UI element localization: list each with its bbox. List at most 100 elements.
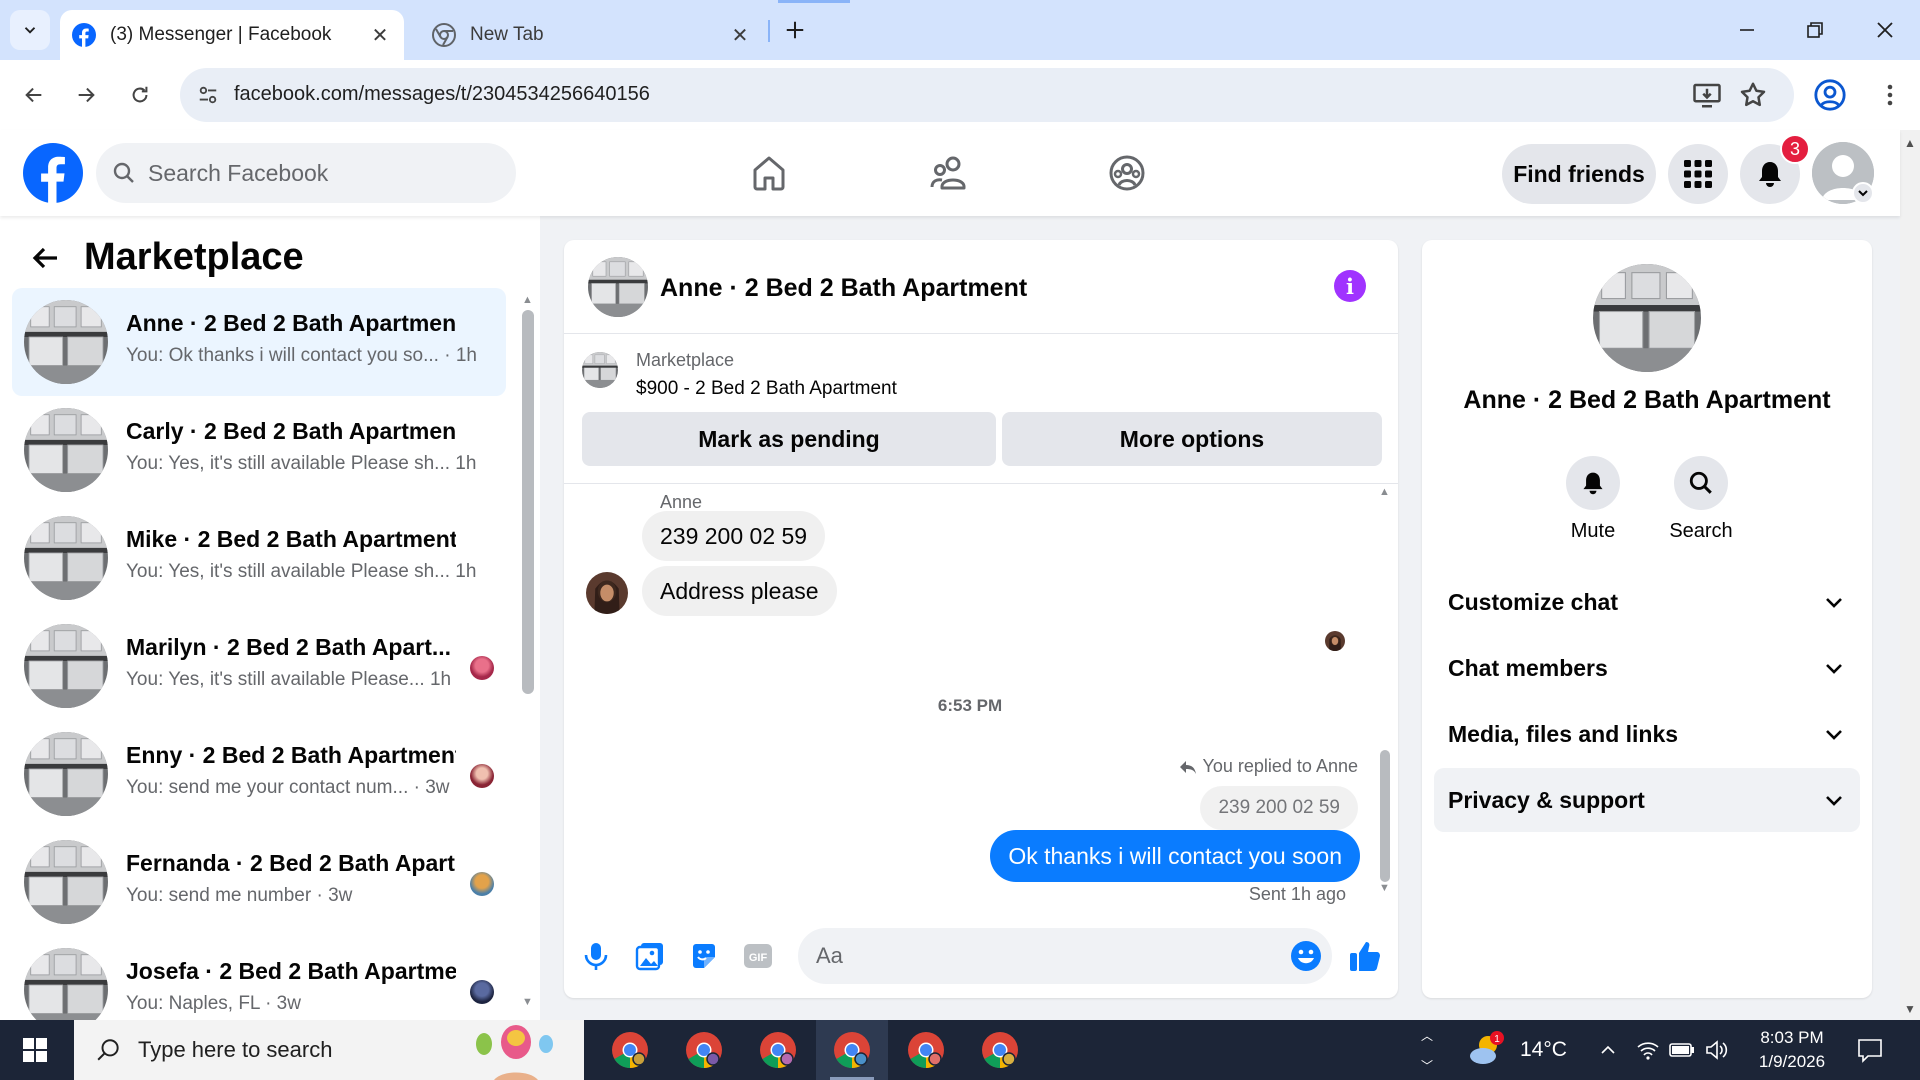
conversation-item[interactable]: Carly · 2 Bed 2 Bath Apartment You: Yes,… (12, 396, 506, 504)
close-tab-icon[interactable]: ✕ (726, 21, 754, 49)
taskbar-chrome-app[interactable] (668, 1020, 740, 1080)
thumbs-up-icon (1350, 942, 1380, 971)
sender-avatar[interactable] (586, 572, 628, 614)
reply-indicator-text: You replied to Anne (1202, 756, 1358, 776)
facebook-search-input[interactable] (148, 159, 468, 187)
conversation-item[interactable]: Anne · 2 Bed 2 Bath Apartment You: Ok th… (12, 288, 506, 396)
taskbar-overflow-arrows[interactable]: ︿ ﹀ (1418, 1020, 1436, 1080)
outgoing-message[interactable]: Ok thanks i will contact you soon (990, 830, 1360, 882)
conversation-item[interactable]: Marilyn · 2 Bed 2 Bath Apart... You: Yes… (12, 612, 506, 720)
conversation-name: Josefa · 2 Bed 2 Bath Apartme... (126, 958, 456, 984)
scroll-up-arrow[interactable]: ▲ (522, 294, 533, 306)
show-hidden-icons-button[interactable] (1594, 1036, 1622, 1064)
install-app-icon[interactable] (1692, 80, 1722, 110)
incoming-message[interactable]: Address please (642, 566, 837, 616)
taskbar-chrome-app[interactable] (964, 1020, 1036, 1080)
privacy-support-section[interactable]: Privacy & support (1434, 768, 1860, 832)
conversation-item[interactable]: Fernanda · 2 Bed 2 Bath Apart... You: se… (12, 828, 506, 936)
chat-title[interactable]: Anne · 2 Bed 2 Bath Apartment (660, 274, 1027, 303)
customize-chat-section[interactable]: Customize chat (1434, 570, 1860, 634)
home-nav-button[interactable] (745, 149, 793, 197)
weather-widget[interactable]: 1 14°C (1466, 1030, 1567, 1070)
emoji-icon[interactable] (1290, 940, 1322, 972)
facebook-favicon-icon (72, 23, 96, 47)
chevron-down-icon[interactable]: ﹀ (1421, 1057, 1433, 1074)
reload-button[interactable] (120, 75, 160, 115)
scroll-down-arrow[interactable]: ▼ (522, 996, 533, 1008)
mute-action[interactable]: Mute (1548, 456, 1638, 543)
tab-new-tab[interactable]: New Tab ✕ (420, 10, 764, 60)
chrome-icon (834, 1032, 870, 1068)
browser-menu-button[interactable] (1873, 78, 1907, 112)
chevron-up-icon[interactable]: ︿ (1421, 1027, 1433, 1044)
mark-as-pending-button[interactable]: Mark as pending (582, 412, 996, 466)
account-caret[interactable] (1852, 182, 1874, 204)
incoming-message[interactable]: 239 200 02 59 (642, 511, 826, 561)
conversation-item[interactable]: Josefa · 2 Bed 2 Bath Apartme... You: Na… (12, 936, 506, 1020)
like-button[interactable] (1347, 938, 1383, 974)
conversation-item[interactable]: Enny · 2 Bed 2 Bath Apartment You: send … (12, 720, 506, 828)
scroll-down-arrow[interactable]: ▼ (1379, 882, 1390, 894)
details-avatar[interactable] (1593, 264, 1701, 372)
battery-button[interactable] (1668, 1036, 1696, 1064)
taskbar-search[interactable] (74, 1020, 584, 1080)
tab-search-button[interactable] (10, 10, 50, 50)
listing-title[interactable]: $900 - 2 Bed 2 Bath Apartment (636, 378, 897, 400)
chat-members-section[interactable]: Chat members (1434, 636, 1860, 700)
voice-clip-button[interactable] (578, 938, 614, 974)
page-scrollbar[interactable]: ▲ ▼ (1900, 130, 1920, 1020)
scrollbar-thumb[interactable] (1380, 750, 1390, 882)
chrome-icon (612, 1032, 648, 1068)
site-info-icon[interactable] (192, 79, 224, 111)
volume-button[interactable] (1702, 1036, 1730, 1064)
restore-button[interactable] (1790, 8, 1840, 52)
taskbar-chrome-app-active[interactable] (816, 1020, 888, 1080)
close-window-button[interactable] (1860, 8, 1910, 52)
taskbar-chrome-app[interactable] (742, 1020, 814, 1080)
media-files-links-section[interactable]: Media, files and links (1434, 702, 1860, 766)
taskbar-chrome-app[interactable] (890, 1020, 962, 1080)
taskbar-search-input[interactable] (138, 1037, 468, 1063)
start-button[interactable] (0, 1020, 70, 1080)
url-text[interactable]: facebook.com/messages/t/2304534256640156 (234, 83, 650, 106)
menu-button[interactable] (1668, 144, 1728, 204)
sidebar-scrollbar[interactable]: ▲ ▼ (522, 294, 534, 1008)
friends-nav-button[interactable] (925, 149, 973, 197)
attach-media-button[interactable] (632, 938, 668, 974)
gif-button[interactable]: GIF (740, 938, 776, 974)
scroll-down-arrow[interactable]: ▼ (1904, 1002, 1916, 1016)
back-button[interactable] (14, 75, 54, 115)
browser-profile-icon[interactable] (1813, 78, 1847, 112)
search-in-conversation-button[interactable] (1674, 456, 1728, 510)
sticker-button[interactable] (686, 938, 722, 974)
chat-avatar[interactable] (588, 257, 648, 317)
search-action[interactable]: Search (1656, 456, 1746, 543)
back-button[interactable] (26, 238, 66, 278)
find-friends-button[interactable]: Find friends (1502, 144, 1656, 204)
groups-nav-button[interactable] (1103, 149, 1151, 197)
quoted-message[interactable]: 239 200 02 59 (1200, 786, 1358, 830)
close-tab-icon[interactable]: ✕ (366, 21, 394, 49)
tab-messenger[interactable]: (3) Messenger | Facebook ✕ (60, 10, 404, 60)
new-tab-button[interactable] (780, 15, 810, 45)
facebook-search[interactable] (96, 143, 516, 203)
notification-center-icon[interactable] (1856, 1036, 1884, 1064)
scroll-up-arrow[interactable]: ▲ (1379, 486, 1390, 498)
address-bar[interactable]: facebook.com/messages/t/2304534256640156 (180, 68, 1794, 122)
message-input-box[interactable] (798, 928, 1332, 984)
mute-button[interactable] (1566, 456, 1620, 510)
forward-button[interactable] (66, 75, 106, 115)
scroll-up-arrow[interactable]: ▲ (1904, 136, 1916, 150)
more-options-button[interactable]: More options (1002, 412, 1382, 466)
facebook-logo-icon[interactable] (23, 143, 83, 203)
wifi-button[interactable] (1634, 1036, 1662, 1064)
conversation-item[interactable]: Mike · 2 Bed 2 Bath Apartment You: Yes, … (12, 504, 506, 612)
message-input[interactable] (816, 943, 1256, 969)
chat-scrollbar[interactable]: ▲ ▼ (1378, 482, 1392, 904)
bookmark-star-icon[interactable] (1738, 80, 1768, 110)
taskbar-chrome-app[interactable] (594, 1020, 666, 1080)
minimize-button[interactable] (1722, 8, 1772, 52)
taskbar-clock[interactable]: 8:03 PM 1/9/2026 (1744, 1026, 1840, 1074)
info-icon[interactable]: i (1334, 270, 1366, 302)
scrollbar-thumb[interactable] (522, 310, 534, 694)
